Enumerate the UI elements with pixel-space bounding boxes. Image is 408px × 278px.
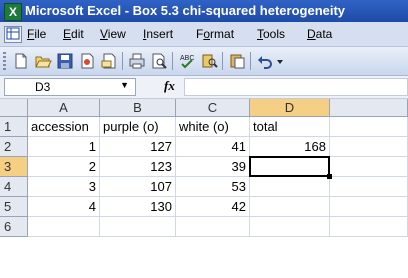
worksheet-grid: A B C D 1 accession purple (o) white (o) total 2 1…	[0, 99, 408, 278]
research-icon[interactable]	[200, 52, 218, 70]
row-header-3[interactable]: 3	[0, 157, 28, 177]
cell-c5[interactable]: 42	[176, 197, 250, 217]
row-header-4[interactable]: 4	[0, 177, 28, 197]
menu-tools[interactable]: Tools	[257, 27, 285, 41]
column-header-e[interactable]	[330, 99, 408, 117]
cell-e4[interactable]	[330, 177, 408, 197]
cell-a3[interactable]: 2	[28, 157, 100, 177]
cell-d4[interactable]	[250, 177, 330, 197]
cell-c4[interactable]: 53	[176, 177, 250, 197]
print-preview-icon[interactable]	[150, 52, 168, 70]
permission-icon[interactable]	[78, 52, 96, 70]
cell-b4[interactable]: 107	[100, 177, 176, 197]
chevron-down-icon[interactable]: ▼	[120, 80, 129, 90]
title-bar: X Microsoft Excel - Box 5.3 chi-squared …	[0, 0, 408, 22]
name-box-value: D3	[35, 80, 51, 94]
paste-icon[interactable]	[228, 52, 246, 70]
toolbar-separator	[250, 52, 251, 70]
menu-edit[interactable]: Edit	[63, 27, 84, 41]
insert-function-button[interactable]: fx	[164, 78, 175, 94]
menu-bar: File Edit View Insert Format Tools Data	[0, 22, 408, 47]
name-box[interactable]: D3 ▼	[4, 78, 136, 96]
cell-d1[interactable]: total	[250, 117, 330, 137]
standard-toolbar: ABC	[0, 47, 408, 76]
menu-file[interactable]: File	[27, 27, 46, 41]
menu-data[interactable]: Data	[307, 27, 332, 41]
toolbar-separator	[222, 52, 223, 70]
cell-e2[interactable]	[330, 137, 408, 157]
formula-input[interactable]	[184, 78, 408, 96]
menu-format[interactable]: Format	[196, 27, 234, 41]
cell-a2[interactable]: 1	[28, 137, 100, 157]
select-all-corner[interactable]	[0, 99, 28, 117]
cell-e1[interactable]	[330, 117, 408, 137]
cell-a5[interactable]: 4	[28, 197, 100, 217]
cell-e6[interactable]	[330, 217, 408, 237]
cell-e5[interactable]	[330, 197, 408, 217]
row-header-2[interactable]: 2	[0, 137, 28, 157]
row-header-1[interactable]: 1	[0, 117, 28, 137]
cell-c2[interactable]: 41	[176, 137, 250, 157]
cell-b3[interactable]: 123	[100, 157, 176, 177]
toolbar-separator	[122, 52, 123, 70]
cell-e3[interactable]	[330, 157, 408, 177]
workbook-icon[interactable]	[4, 26, 22, 43]
window-title: Microsoft Excel - Box 5.3 chi-squared he…	[25, 3, 346, 18]
cell-c6[interactable]	[176, 217, 250, 237]
new-icon[interactable]	[12, 52, 30, 70]
menu-insert[interactable]: Insert	[143, 27, 173, 41]
selected-cell-outline	[249, 156, 330, 177]
cell-c3[interactable]: 39	[176, 157, 250, 177]
save-icon[interactable]	[56, 52, 74, 70]
column-header-b[interactable]: B	[100, 99, 176, 117]
cell-c1[interactable]: white (o)	[176, 117, 250, 137]
cell-d5[interactable]	[250, 197, 330, 217]
cell-b2[interactable]: 127	[100, 137, 176, 157]
email-icon[interactable]	[100, 52, 118, 70]
cell-b1[interactable]: purple (o)	[100, 117, 176, 137]
toolbar-separator	[172, 52, 173, 70]
excel-window: X Microsoft Excel - Box 5.3 chi-squared …	[0, 0, 408, 278]
cell-b5[interactable]: 130	[100, 197, 176, 217]
excel-app-icon[interactable]: X	[4, 3, 22, 21]
column-header-c[interactable]: C	[176, 99, 250, 117]
spelling-icon[interactable]: ABC	[178, 52, 196, 70]
menu-view[interactable]: View	[100, 27, 126, 41]
formula-bar: D3 ▼ fx	[0, 76, 408, 99]
row-header-6[interactable]: 6	[0, 217, 28, 237]
fill-handle[interactable]	[327, 174, 332, 179]
row-header-5[interactable]: 5	[0, 197, 28, 217]
print-icon[interactable]	[128, 52, 146, 70]
column-header-d[interactable]: D	[250, 99, 330, 117]
cell-d6[interactable]	[250, 217, 330, 237]
cell-a1[interactable]: accession	[28, 117, 100, 137]
undo-icon[interactable]	[256, 52, 274, 70]
cell-d2[interactable]: 168	[250, 137, 330, 157]
cell-a4[interactable]: 3	[28, 177, 100, 197]
open-icon[interactable]	[34, 52, 52, 70]
toolbar-grip[interactable]	[3, 52, 6, 70]
column-header-a[interactable]: A	[28, 99, 100, 117]
cell-a6[interactable]	[28, 217, 100, 237]
undo-dropdown-icon[interactable]	[276, 52, 284, 70]
cell-b6[interactable]	[100, 217, 176, 237]
